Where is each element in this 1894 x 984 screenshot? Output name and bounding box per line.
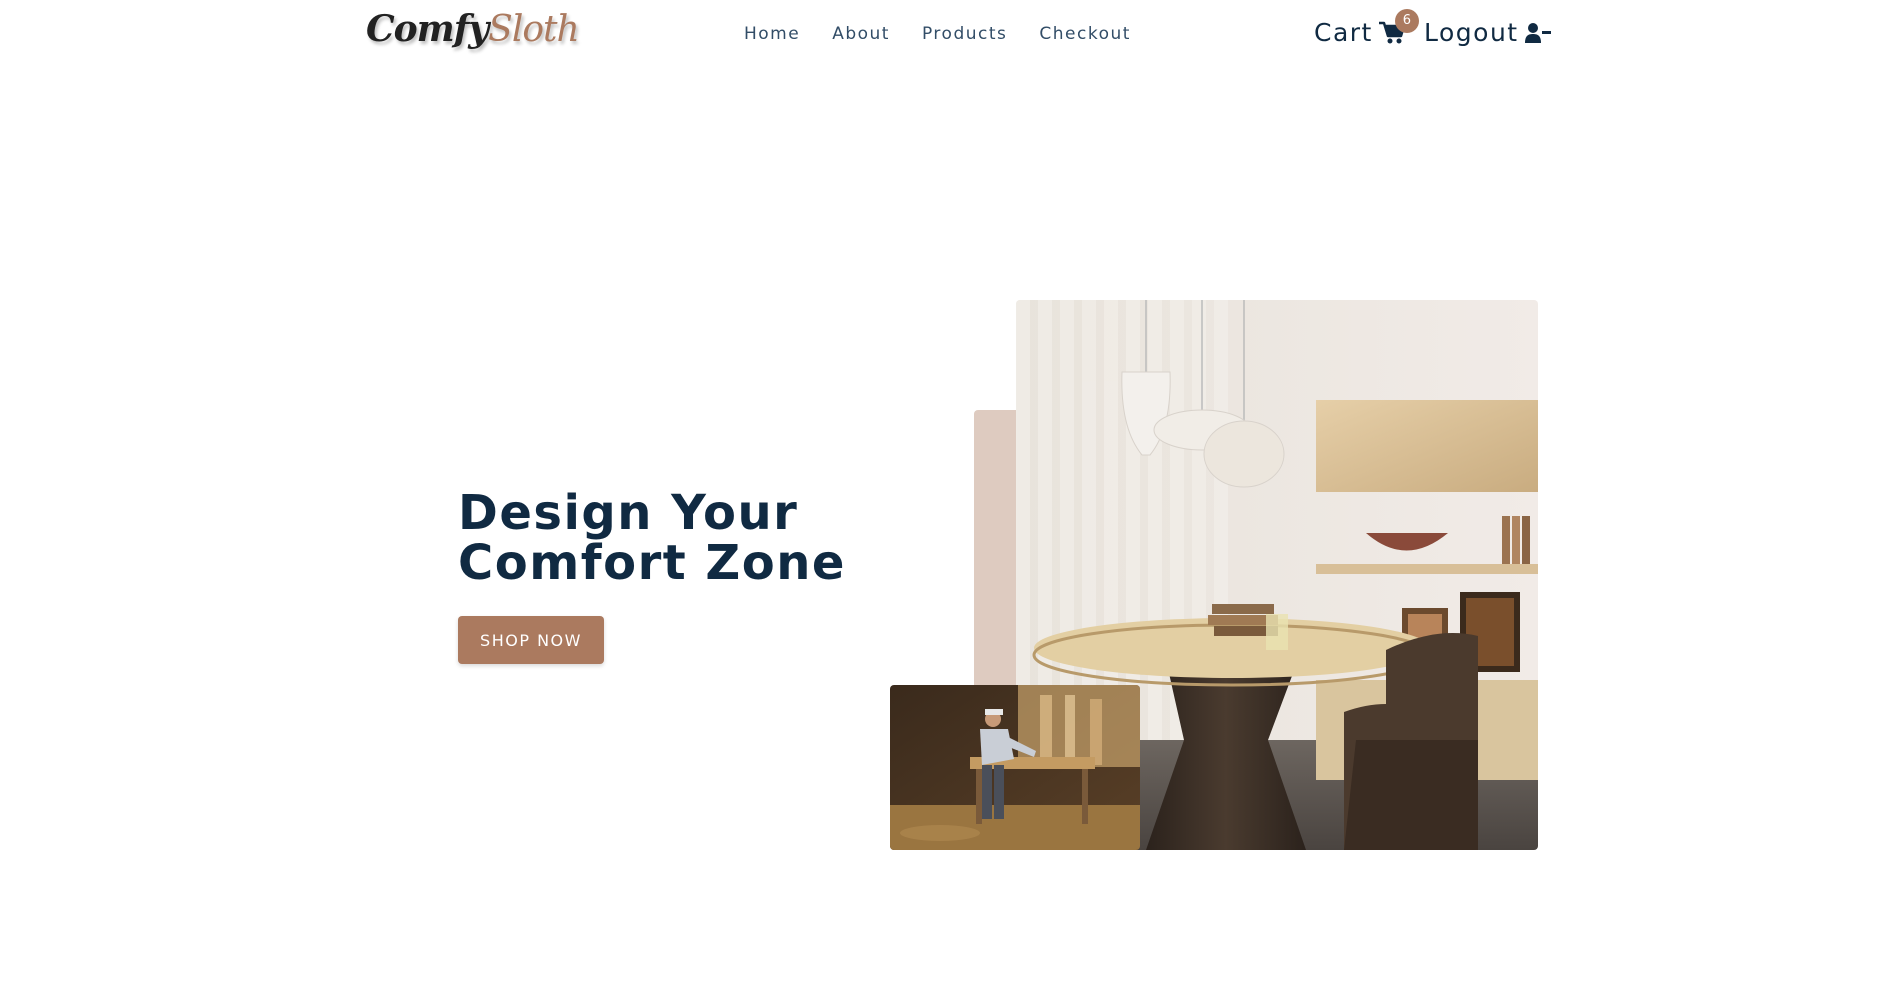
nav-links: Home About Products Checkout — [744, 24, 1131, 44]
cart-label: Cart — [1314, 18, 1373, 47]
logo-text-sloth: Sloth — [488, 9, 580, 50]
hero-title-line2: Comfort Zone — [458, 535, 846, 591]
nav-link-home[interactable]: Home — [744, 24, 800, 44]
user-minus-icon — [1524, 22, 1551, 43]
logo-text-comfy: Comfy — [366, 8, 489, 50]
hero-accent-image — [890, 685, 1140, 850]
nav-link-checkout[interactable]: Checkout — [1039, 24, 1131, 44]
nav-link-products[interactable]: Products — [922, 24, 1007, 44]
shop-now-button[interactable]: SHOP NOW — [458, 616, 604, 664]
logout-label: Logout — [1424, 18, 1519, 47]
cart-button[interactable]: Cart 6 — [1314, 8, 1419, 47]
logo[interactable]: ComfySloth — [366, 8, 580, 50]
navbar: ComfySloth Home About Products Checkout … — [0, 0, 1894, 72]
logout-button[interactable]: Logout — [1424, 18, 1551, 47]
hero-title: Design Your Comfort Zone — [458, 488, 846, 588]
cart-count-badge: 6 — [1394, 8, 1419, 33]
cart-icon-wrapper: 6 — [1378, 8, 1419, 45]
hero-title-line1: Design Your — [458, 485, 799, 541]
nav-link-about[interactable]: About — [832, 24, 890, 44]
carpenter-workshop-illustration — [890, 685, 1140, 850]
